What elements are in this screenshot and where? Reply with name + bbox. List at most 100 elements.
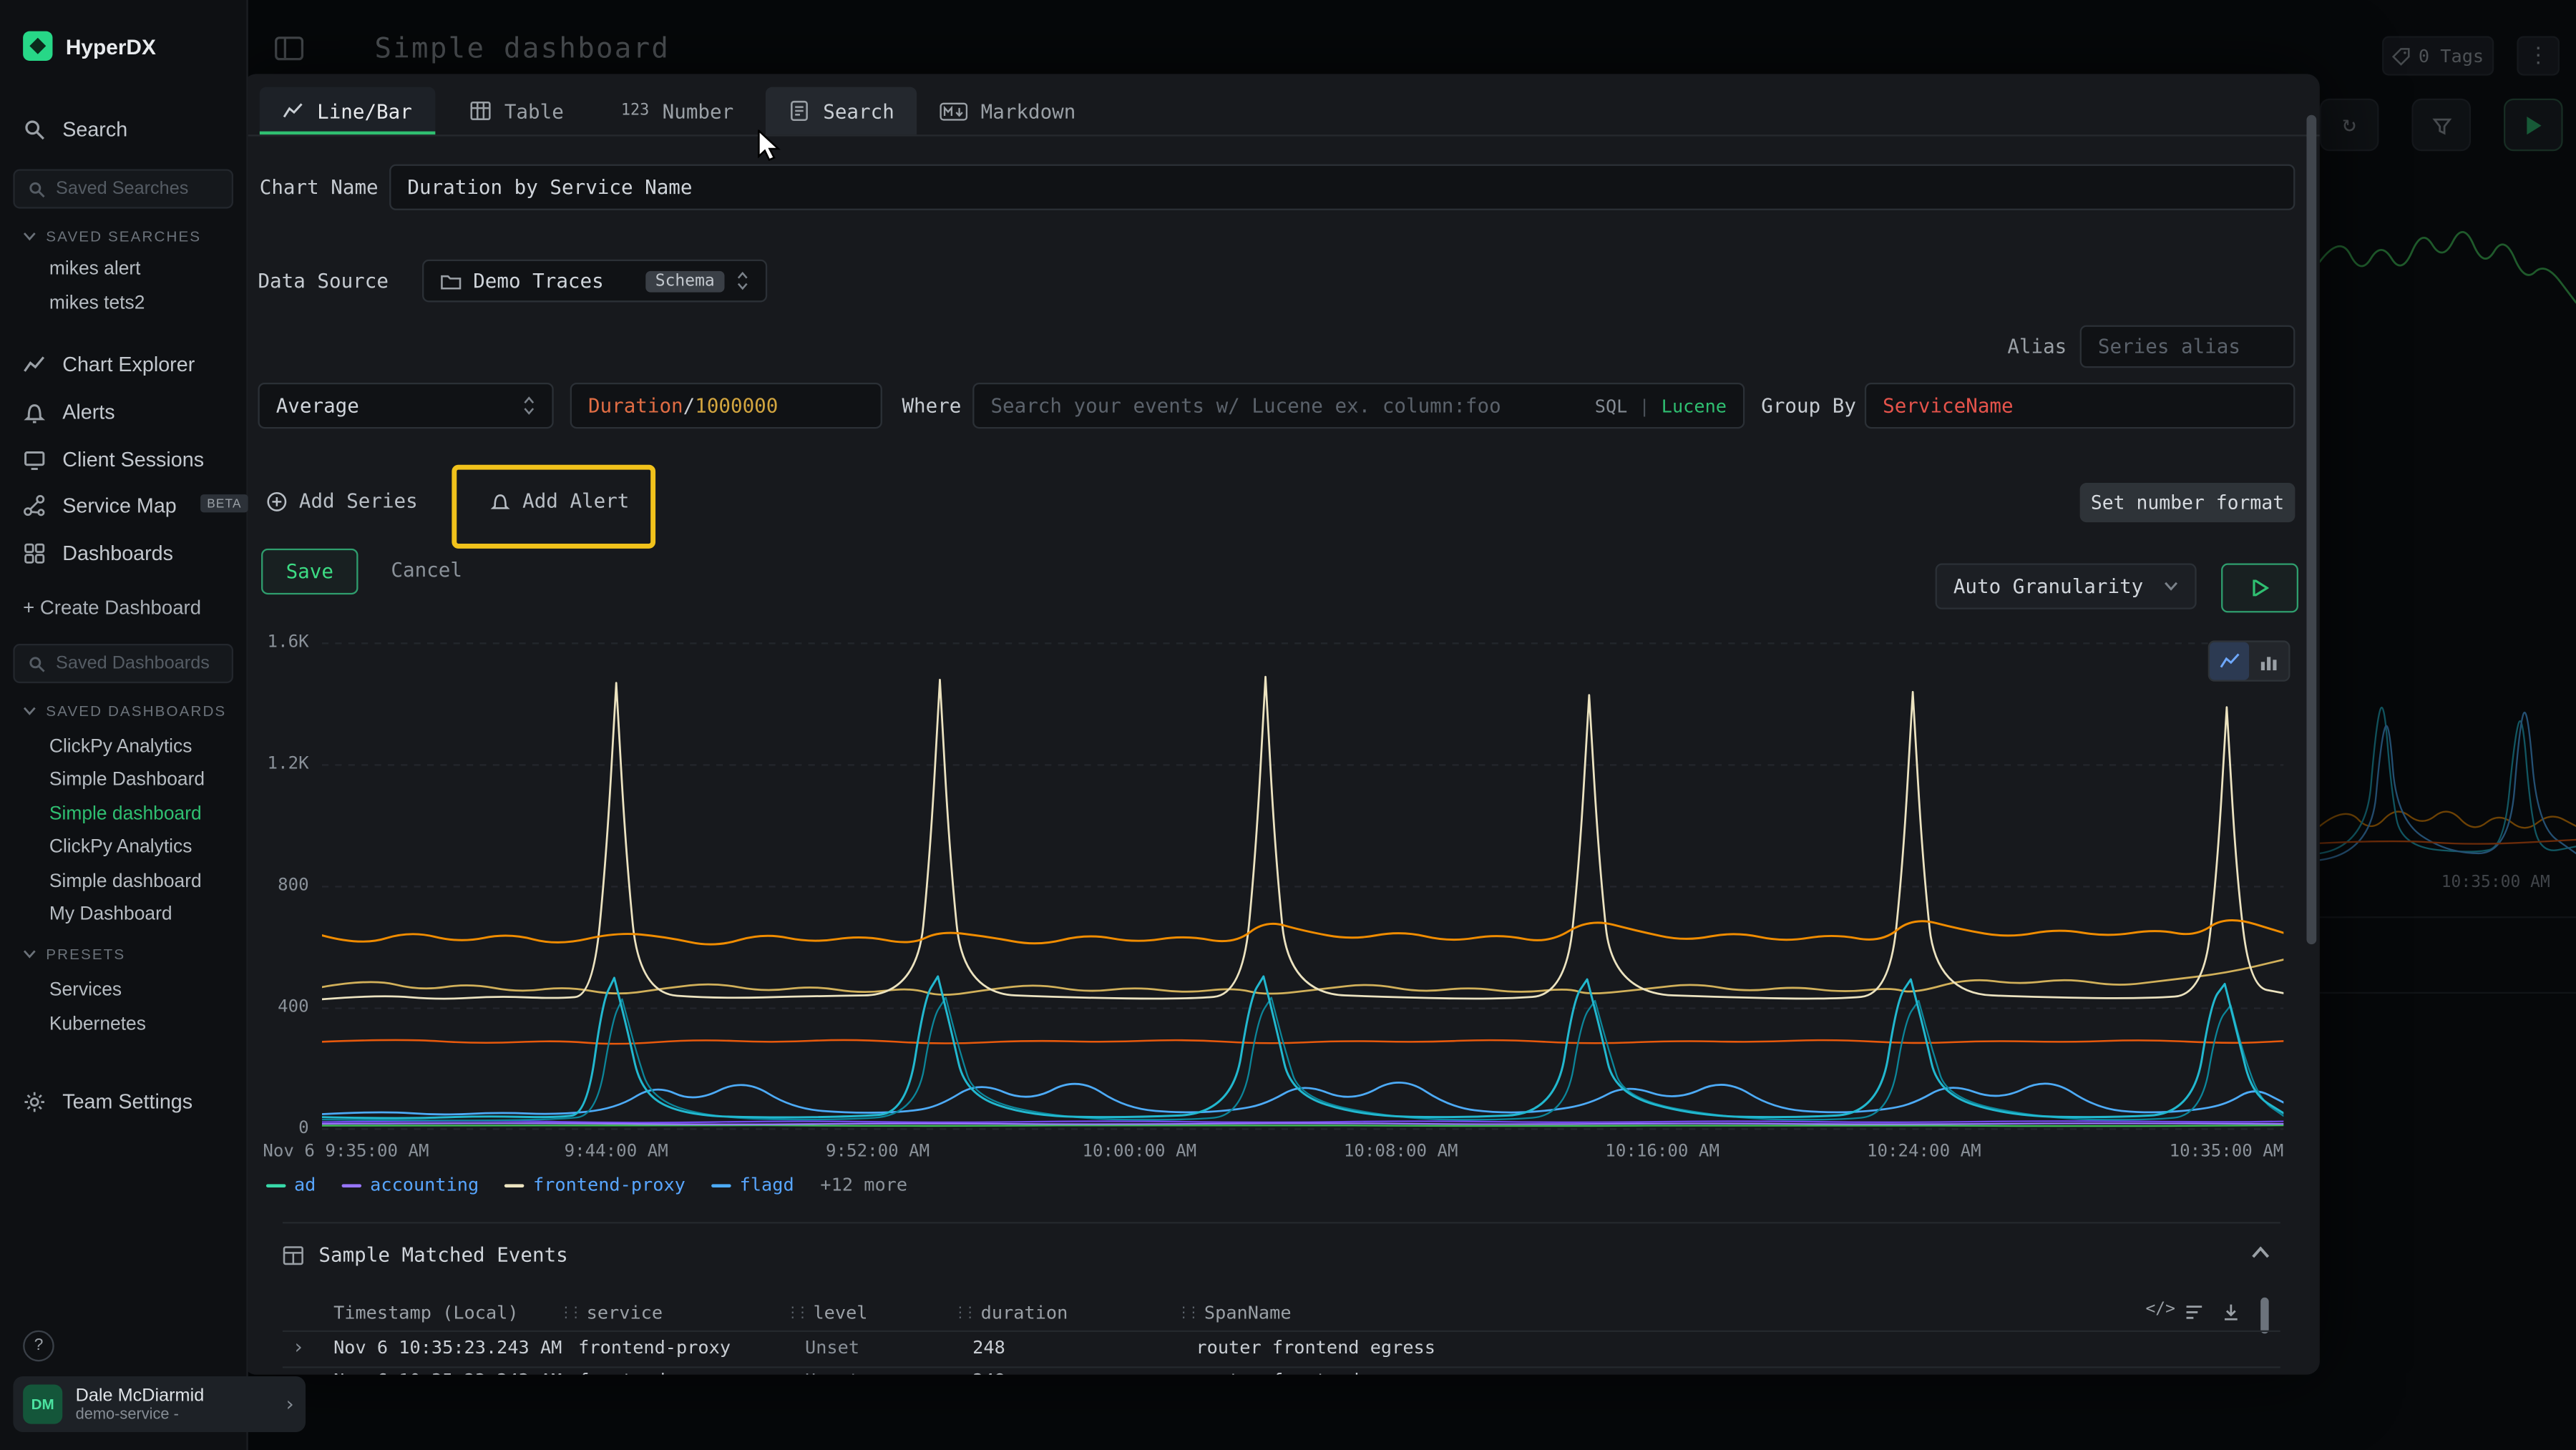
monitor-icon — [23, 449, 46, 471]
sidebar-item-alerts[interactable]: Alerts — [23, 398, 114, 427]
cancel-button[interactable]: Cancel — [391, 549, 462, 592]
sidebar-item-dashboard[interactable]: ClickPy Analytics — [49, 838, 192, 858]
sidebar-item-dashboard[interactable]: Simple dashboard — [49, 872, 202, 892]
saved-dashboards-input[interactable]: Saved Dashboards — [13, 644, 233, 683]
legend-label: frontend-proxy — [533, 1175, 686, 1196]
tab-search[interactable]: Search — [766, 87, 917, 135]
column-header-label: SpanName — [1204, 1303, 1292, 1324]
save-button[interactable]: Save — [261, 549, 358, 594]
legend-item[interactable]: flagd — [712, 1175, 794, 1196]
cell-level[interactable]: Unset — [805, 1337, 859, 1358]
column-header-duration[interactable]: ⋮⋮ duration — [953, 1303, 1068, 1324]
collapse-chevron-icon[interactable] — [2250, 1247, 2270, 1260]
cell-level[interactable]: Unset — [805, 1370, 859, 1375]
column-header-spanname[interactable]: ⋮⋮ SpanName — [1176, 1303, 1292, 1324]
group-by-input[interactable]: ServiceName — [1865, 383, 2296, 428]
chart-name-input[interactable]: Duration by Service Name — [389, 165, 2295, 210]
y-tick-label: 800 — [243, 875, 309, 895]
line-view-toggle[interactable] — [2210, 642, 2249, 680]
sidebar-item-preset[interactable]: Kubernetes — [49, 1015, 146, 1035]
column-header-level[interactable]: ⋮⋮ level — [785, 1303, 867, 1324]
tab-markdown[interactable]: Markdown — [917, 87, 1098, 135]
cell-service[interactable]: frontend-proxy — [578, 1337, 731, 1358]
tab-table[interactable]: Table — [447, 87, 586, 135]
sidebar-item-chart-explorer[interactable]: Chart Explorer — [23, 350, 195, 379]
avatar: DM — [23, 1384, 62, 1424]
legend-item[interactable]: ad — [266, 1175, 316, 1196]
column-header-service[interactable]: ⋮⋮ service — [559, 1303, 663, 1324]
sidebar-item-dashboard[interactable]: ClickPy Analytics — [49, 738, 192, 758]
add-series-button[interactable]: Add Series — [266, 479, 418, 522]
aggregation-select[interactable]: Average — [258, 383, 553, 428]
sidebar-item-dashboard-active[interactable]: Simple dashboard — [49, 805, 202, 825]
cell-spanname[interactable]: router frontend egress — [1196, 1337, 1435, 1358]
row-expand-chevron[interactable]: › — [293, 1336, 305, 1358]
sidebar-item-client-sessions[interactable]: Client Sessions — [23, 445, 204, 474]
sidebar-item-dashboard[interactable]: My Dashboard — [49, 905, 172, 925]
tab-number[interactable]: 123 Number — [598, 87, 757, 135]
group-by-value: ServiceName — [1883, 394, 2013, 417]
hyperdx-logo-icon[interactable] — [23, 31, 52, 61]
field-slash: / — [683, 394, 696, 417]
modal-scrollbar[interactable] — [2306, 115, 2316, 944]
legend-item[interactable]: frontend-proxy — [505, 1175, 686, 1196]
search-icon — [23, 118, 46, 141]
set-number-format-button[interactable]: Set number format — [2080, 483, 2296, 522]
cell-spanname[interactable]: router frontend egress — [1196, 1370, 1435, 1375]
cell-timestamp[interactable]: Nov 6 10:35:23.243 AM — [333, 1337, 562, 1358]
saved-search-item[interactable]: mikes alert — [49, 260, 141, 280]
download-icon[interactable] — [2221, 1303, 2241, 1323]
saved-searches-header[interactable]: SAVED SEARCHES — [23, 228, 201, 245]
drag-handle-icon[interactable]: ⋮⋮ — [785, 1305, 805, 1321]
beta-badge: BETA — [200, 494, 248, 512]
data-source-select[interactable]: Demo Traces Schema — [422, 260, 767, 303]
cell-duration[interactable]: 248 — [972, 1370, 1005, 1375]
line-chart-icon — [283, 100, 304, 122]
field-expression-input[interactable]: Duration / 1000000 — [570, 383, 882, 428]
cell-duration[interactable]: 248 — [972, 1337, 1005, 1358]
data-source-value: Demo Traces — [473, 270, 634, 293]
cell-service[interactable]: frontend-proxy — [578, 1370, 731, 1375]
tab-line-bar[interactable]: Line/Bar — [260, 87, 435, 135]
sidebar-item-dashboards[interactable]: Dashboards — [23, 539, 173, 568]
sort-filter-icon[interactable] — [2185, 1303, 2205, 1323]
presets-header[interactable]: PRESETS — [23, 946, 125, 962]
create-dashboard-button[interactable]: + Create Dashboard — [23, 596, 201, 619]
where-search-input[interactable]: Search your events w/ Lucene ex. column:… — [972, 383, 1745, 428]
sidebar-item-team-settings[interactable]: Team Settings — [23, 1087, 192, 1117]
sidebar-item-label: Team Settings — [62, 1090, 192, 1113]
saved-dashboards-header[interactable]: SAVED DASHBOARDS — [23, 703, 226, 720]
lucene-toggle[interactable]: Lucene — [1662, 395, 1727, 416]
chart-name-label: Chart Name — [260, 165, 379, 210]
x-tick-label: 10:16:00 AM — [1605, 1142, 1719, 1162]
column-header-timestamp[interactable]: Timestamp (Local) — [333, 1303, 519, 1324]
dashboards-icon — [23, 542, 46, 565]
saved-searches-input[interactable]: Saved Searches — [13, 169, 233, 208]
sidebar-item-preset[interactable]: Services — [49, 981, 122, 1001]
select-chevrons-icon — [522, 396, 535, 416]
bar-view-toggle[interactable] — [2249, 642, 2288, 680]
view-code-icon[interactable]: </> — [2145, 1300, 2175, 1318]
drag-handle-icon[interactable]: ⋮⋮ — [953, 1305, 973, 1321]
cell-timestamp[interactable]: Nov 6 10:35:23.243 AM — [333, 1370, 562, 1375]
drag-handle-icon[interactable]: ⋮⋮ — [559, 1305, 579, 1321]
granularity-select[interactable]: Auto Granularity — [1936, 564, 2197, 609]
legend-more[interactable]: +12 more — [820, 1175, 907, 1196]
tab-label: Markdown — [981, 99, 1076, 122]
add-alert-button[interactable]: Add Alert — [489, 479, 629, 522]
sidebar-item-dashboard[interactable]: Simple Dashboard — [49, 770, 205, 790]
add-series-label: Add Series — [299, 489, 418, 512]
legend-item[interactable]: accounting — [342, 1175, 479, 1196]
chevron-down-icon — [23, 949, 36, 959]
sidebar-item-search[interactable]: Search — [23, 115, 127, 144]
help-button[interactable]: ? — [23, 1331, 54, 1362]
user-menu[interactable]: DM Dale McDiarmid demo-service - › — [13, 1376, 306, 1432]
events-scrollbar[interactable] — [2260, 1298, 2268, 1334]
sql-toggle[interactable]: SQL — [1595, 395, 1628, 416]
series-alias-input[interactable]: Series alias — [2080, 325, 2296, 368]
sidebar-item-service-map[interactable]: Service Map — [23, 491, 177, 520]
granularity-value: Auto Granularity — [1953, 575, 2152, 598]
drag-handle-icon[interactable]: ⋮⋮ — [1176, 1305, 1196, 1321]
saved-search-item[interactable]: mikes tets2 — [49, 294, 145, 314]
run-chart-button[interactable] — [2221, 564, 2298, 613]
